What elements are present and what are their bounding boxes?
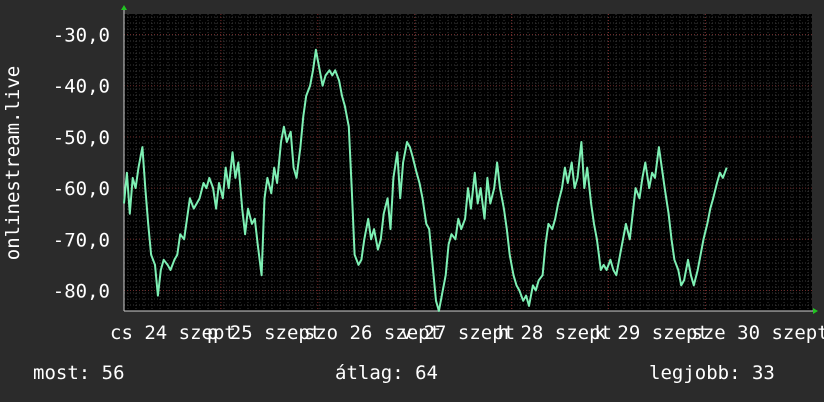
y-tick-label: -60,0 bbox=[53, 178, 110, 200]
y-tick-label: -30,0 bbox=[53, 24, 110, 46]
x-tick-label: sze 30 szept bbox=[691, 322, 824, 344]
x-axis-arrow bbox=[813, 308, 818, 314]
y-axis-arrow bbox=[121, 5, 127, 10]
stat-current: most: 56 bbox=[33, 362, 125, 384]
chart-widget: -30,0 -40,0 -50,0 -60,0 -70,0 -80,0 cs 24 sze… bbox=[0, 0, 824, 402]
line-chart: -30,0 -40,0 -50,0 -60,0 -70,0 -80,0 cs 24 sze… bbox=[2, 5, 824, 344]
plot-area bbox=[124, 14, 812, 311]
y-axis-label: onlinestream.live bbox=[2, 66, 24, 260]
y-tick-label: -50,0 bbox=[53, 127, 110, 149]
stat-best: legjobb: 33 bbox=[649, 362, 775, 384]
stat-average: átlag: 64 bbox=[335, 362, 438, 384]
x-tick-labels: cs 24 szeptp 25 szeptszo 26 szeptv 27 sz… bbox=[110, 322, 824, 344]
y-tick-label: -40,0 bbox=[53, 76, 110, 98]
y-tick-labels: -30,0 -40,0 -50,0 -60,0 -70,0 -80,0 bbox=[53, 24, 110, 302]
y-tick-label: -80,0 bbox=[53, 281, 110, 303]
y-tick-label: -70,0 bbox=[53, 229, 110, 251]
